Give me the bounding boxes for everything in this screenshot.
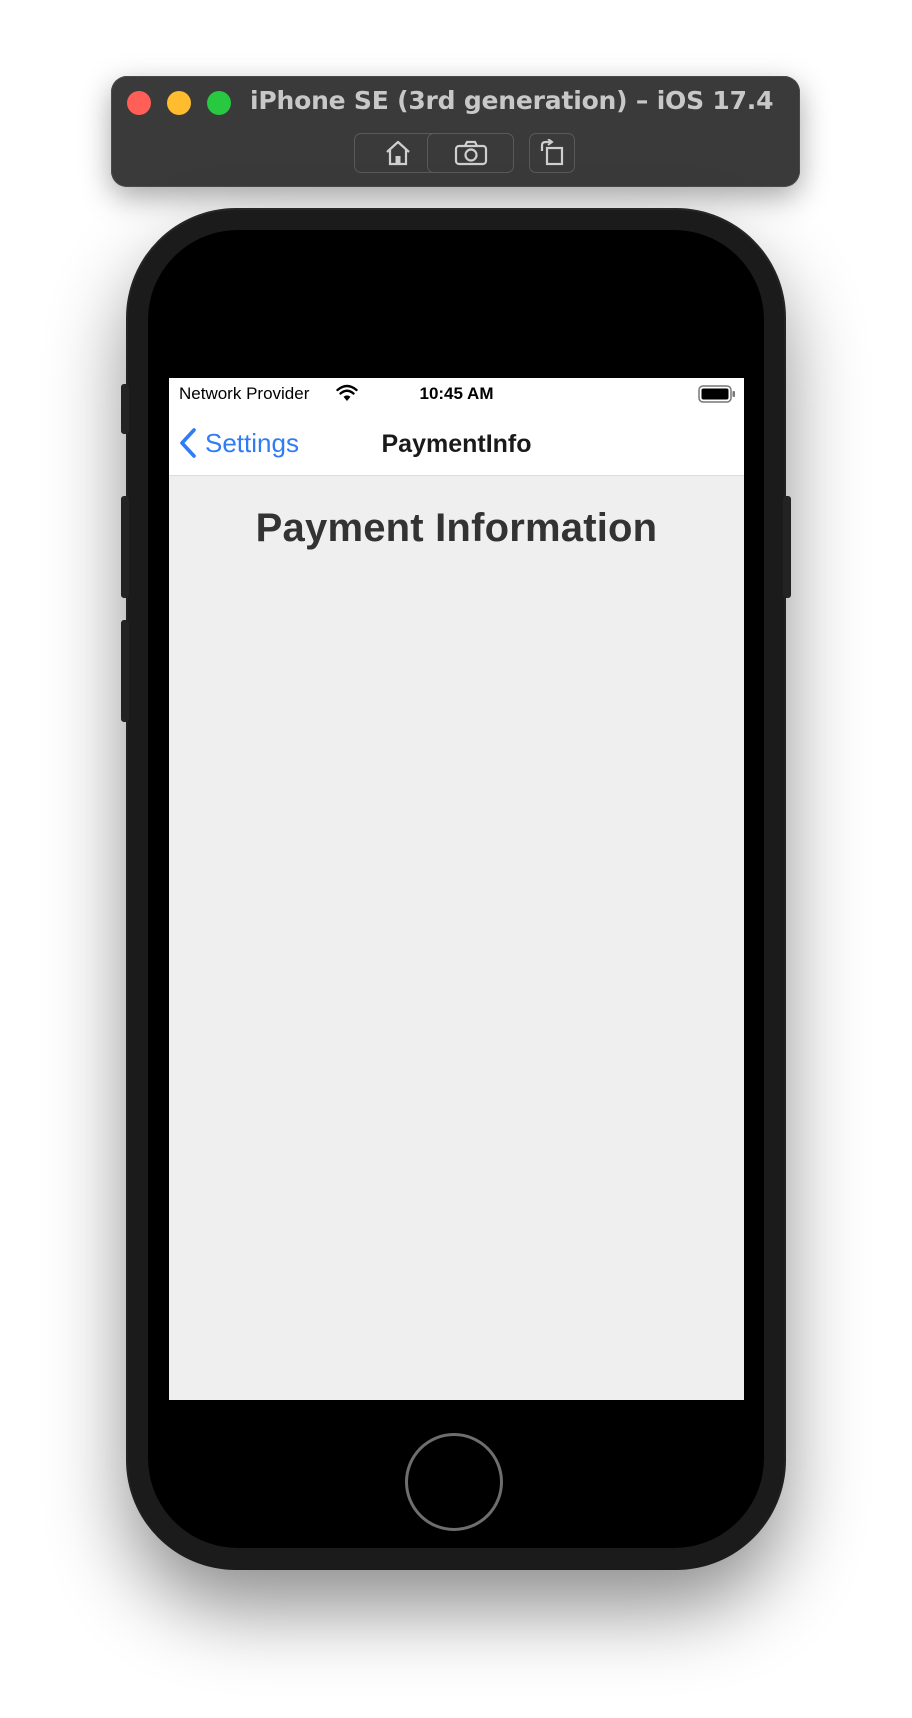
rotate-icon — [540, 139, 564, 166]
navigation-bar: Settings PaymentInfo — [169, 410, 744, 476]
volume-up-button — [121, 496, 129, 598]
battery-icon — [698, 385, 735, 403]
rotate-button[interactable] — [529, 133, 575, 173]
camera-icon — [454, 140, 487, 166]
page-heading: Payment Information — [255, 506, 658, 550]
silent-switch — [121, 384, 129, 434]
minimize-window-button[interactable] — [167, 91, 191, 115]
power-button — [783, 496, 791, 598]
volume-down-button — [121, 620, 129, 722]
zoom-window-button[interactable] — [207, 91, 231, 115]
status-bar: Network Provider 10:45 AM — [169, 378, 744, 410]
device-screen: Network Provider 10:45 AM Settings Payme… — [169, 378, 744, 1400]
home-icon — [385, 140, 410, 166]
status-time: 10:45 AM — [419, 384, 494, 403]
simulator-title-bar: iPhone SE (3rd generation) – iOS 17.4 — [111, 76, 800, 187]
close-window-button[interactable] — [127, 91, 151, 115]
nav-title: PaymentInfo — [381, 430, 532, 458]
screenshot-button[interactable] — [427, 133, 514, 173]
simulator-title: iPhone SE (3rd generation) – iOS 17.4 — [250, 86, 774, 115]
device-home-button[interactable] — [405, 1433, 503, 1531]
